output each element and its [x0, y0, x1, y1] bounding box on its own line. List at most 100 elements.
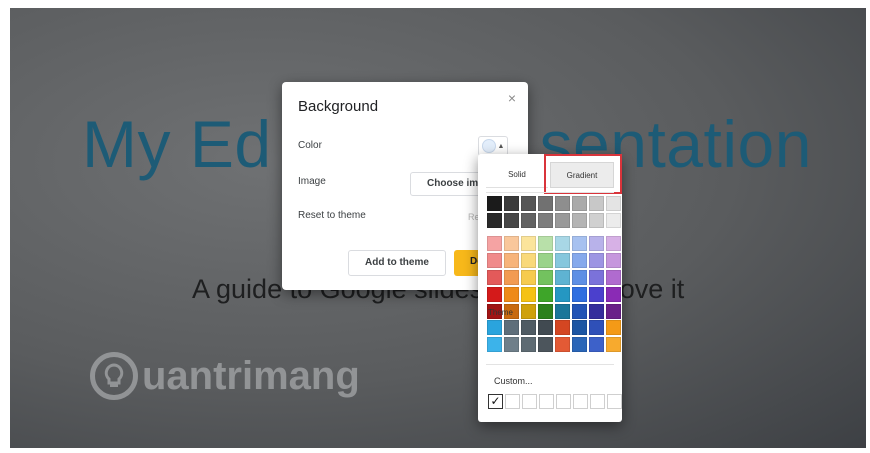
theme-color-swatch[interactable]	[487, 337, 502, 352]
standard-color-swatch[interactable]	[572, 270, 587, 285]
theme-color-grid	[487, 320, 621, 352]
current-color-swatch	[481, 139, 496, 153]
theme-color-swatch[interactable]	[589, 320, 604, 335]
add-to-theme-button[interactable]: Add to theme	[348, 250, 446, 276]
standard-color-swatch[interactable]	[606, 304, 621, 319]
close-icon[interactable]: ×	[508, 90, 516, 106]
gradient-highlight-box	[544, 154, 622, 194]
standard-color-swatch[interactable]	[589, 287, 604, 302]
reset-label: Reset to theme	[298, 210, 366, 221]
standard-color-swatch[interactable]	[606, 253, 621, 268]
chevron-down-icon: ▲	[497, 142, 505, 150]
gray-color-swatch[interactable]	[504, 213, 519, 228]
standard-color-swatch[interactable]	[504, 270, 519, 285]
standard-color-swatch[interactable]	[589, 236, 604, 251]
standard-color-swatch[interactable]	[487, 270, 502, 285]
standard-color-swatch[interactable]	[521, 270, 536, 285]
gray-color-swatch[interactable]	[606, 196, 621, 211]
standard-color-swatch[interactable]	[555, 304, 570, 319]
theme-color-swatch[interactable]	[555, 337, 570, 352]
standard-color-swatch[interactable]	[487, 253, 502, 268]
theme-color-swatch[interactable]	[572, 337, 587, 352]
custom-color-slot[interactable]	[556, 394, 571, 409]
standard-color-swatch[interactable]	[504, 287, 519, 302]
standard-color-swatch[interactable]	[538, 253, 553, 268]
standard-color-swatch[interactable]	[572, 287, 587, 302]
standard-color-grid	[487, 196, 621, 319]
standard-color-swatch[interactable]	[555, 236, 570, 251]
standard-color-swatch[interactable]	[538, 270, 553, 285]
gray-color-swatch[interactable]	[555, 213, 570, 228]
standard-color-swatch[interactable]	[589, 270, 604, 285]
standard-color-swatch[interactable]	[589, 253, 604, 268]
watermark: uantrimang	[90, 352, 360, 400]
theme-color-swatch[interactable]	[538, 320, 553, 335]
custom-color-slot[interactable]	[505, 394, 520, 409]
standard-color-swatch[interactable]	[572, 253, 587, 268]
tab-solid[interactable]: Solid	[486, 162, 548, 188]
gray-color-swatch[interactable]	[606, 213, 621, 228]
gray-color-swatch[interactable]	[572, 213, 587, 228]
theme-color-swatch[interactable]	[572, 320, 587, 335]
color-picker-popup: Solid Gradient Theme Custom... ✓	[478, 154, 622, 422]
theme-color-swatch[interactable]	[521, 337, 536, 352]
standard-color-swatch[interactable]	[504, 253, 519, 268]
gray-color-swatch[interactable]	[589, 213, 604, 228]
gray-color-swatch[interactable]	[487, 213, 502, 228]
gray-color-swatch[interactable]	[538, 196, 553, 211]
standard-color-swatch[interactable]	[538, 236, 553, 251]
gray-color-swatch[interactable]	[589, 196, 604, 211]
gray-color-swatch[interactable]	[487, 196, 502, 211]
standard-color-swatch[interactable]	[606, 287, 621, 302]
theme-color-swatch[interactable]	[504, 337, 519, 352]
theme-color-swatch[interactable]	[487, 320, 502, 335]
standard-color-swatch[interactable]	[555, 287, 570, 302]
custom-color-slot[interactable]	[590, 394, 605, 409]
standard-color-swatch[interactable]	[572, 236, 587, 251]
standard-color-swatch[interactable]	[555, 270, 570, 285]
standard-color-swatch[interactable]	[521, 287, 536, 302]
standard-color-swatch[interactable]	[521, 253, 536, 268]
standard-color-swatch[interactable]	[606, 236, 621, 251]
theme-color-swatch[interactable]	[589, 337, 604, 352]
gray-color-swatch[interactable]	[538, 213, 553, 228]
standard-color-swatch[interactable]	[555, 253, 570, 268]
gray-color-swatch[interactable]	[521, 213, 536, 228]
gray-color-swatch[interactable]	[555, 196, 570, 211]
theme-color-swatch[interactable]	[538, 337, 553, 352]
color-label: Color	[298, 140, 322, 151]
custom-color-selected[interactable]: ✓	[488, 394, 503, 409]
theme-color-swatch[interactable]	[521, 320, 536, 335]
standard-color-swatch[interactable]	[538, 287, 553, 302]
grid-spacer	[487, 230, 621, 234]
theme-label: Theme	[488, 308, 513, 317]
lightbulb-icon	[90, 352, 138, 400]
standard-color-swatch[interactable]	[487, 287, 502, 302]
standard-color-swatch[interactable]	[589, 304, 604, 319]
standard-color-swatch[interactable]	[504, 236, 519, 251]
color-dropdown-button[interactable]: ▲	[478, 136, 508, 156]
gray-color-swatch[interactable]	[521, 196, 536, 211]
custom-color-row: ✓	[488, 394, 624, 409]
standard-color-swatch[interactable]	[521, 236, 536, 251]
gray-color-swatch[interactable]	[572, 196, 587, 211]
custom-color-link[interactable]: Custom...	[494, 376, 533, 386]
standard-color-swatch[interactable]	[487, 236, 502, 251]
gray-color-swatch[interactable]	[504, 196, 519, 211]
theme-color-swatch[interactable]	[504, 320, 519, 335]
standard-color-swatch[interactable]	[538, 304, 553, 319]
standard-color-swatch[interactable]	[521, 304, 536, 319]
theme-color-swatch[interactable]	[606, 320, 621, 335]
custom-color-slot[interactable]	[539, 394, 554, 409]
custom-color-slot[interactable]	[573, 394, 588, 409]
standard-color-swatch[interactable]	[606, 270, 621, 285]
custom-color-slot[interactable]	[522, 394, 537, 409]
theme-color-swatch[interactable]	[555, 320, 570, 335]
dialog-title: Background	[298, 98, 379, 115]
standard-color-swatch[interactable]	[572, 304, 587, 319]
theme-color-swatch[interactable]	[606, 337, 621, 352]
divider	[486, 192, 614, 193]
divider	[486, 364, 614, 365]
slide-title-left: My Ed	[82, 107, 272, 181]
custom-color-slot[interactable]	[607, 394, 622, 409]
